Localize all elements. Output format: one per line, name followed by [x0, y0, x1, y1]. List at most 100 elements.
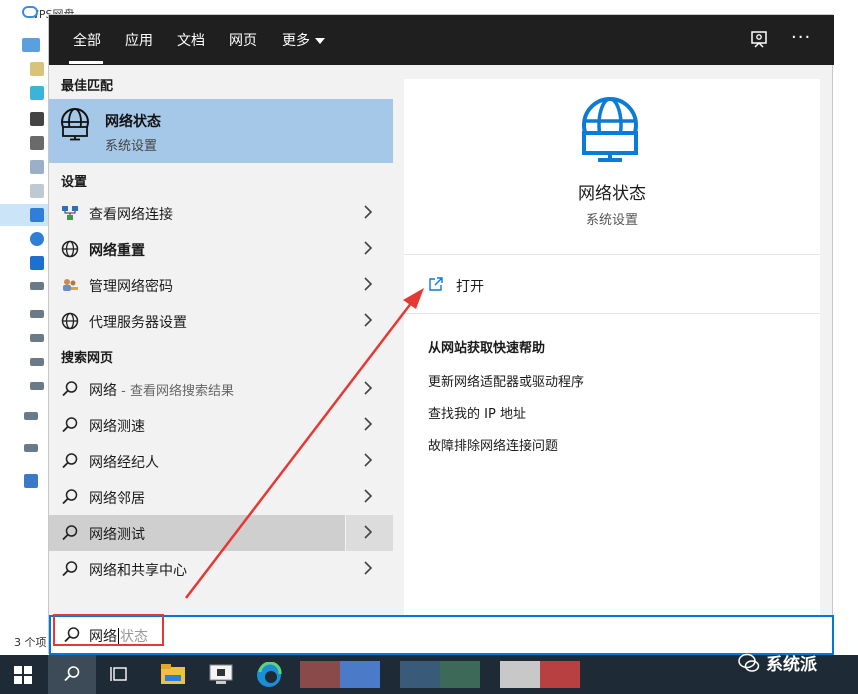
- detail-header: 网络状态 系统设置: [404, 79, 820, 255]
- globe-icon: [61, 240, 79, 258]
- settings-item-view-connections[interactable]: 查看网络连接: [49, 195, 393, 231]
- users-key-icon: [63, 279, 78, 291]
- web-header: 搜索网页: [61, 351, 114, 366]
- phone-icon[interactable]: [30, 112, 44, 126]
- globe-monitor-icon: [582, 97, 638, 162]
- search-input[interactable]: 网络 状态: [49, 615, 834, 655]
- folder-icon[interactable]: [30, 62, 44, 76]
- detail-subtitle: 系统设置: [585, 213, 638, 228]
- drive-icon[interactable]: [24, 444, 38, 452]
- search-icon: [62, 489, 78, 505]
- chevron-right-icon[interactable]: [361, 381, 375, 395]
- annotation-box: [53, 614, 164, 646]
- taskbar: [0, 655, 858, 694]
- web-item-label: 网络 - 查看网络搜索结果: [89, 380, 234, 400]
- settings-item-manage-passwords[interactable]: 管理网络密码: [49, 267, 393, 303]
- best-match-result[interactable]: 网络状态 系统设置: [49, 99, 393, 163]
- web-item-highlighted[interactable]: 网络测试: [49, 515, 393, 551]
- settings-item-label: 网络重置: [89, 243, 145, 259]
- taskbar-search-button[interactable]: [48, 655, 96, 694]
- more-options-button[interactable]: ···: [791, 27, 811, 48]
- network-icon[interactable]: [24, 474, 38, 488]
- taskbar-app-blurred[interactable]: [500, 661, 540, 688]
- drive-icon[interactable]: [30, 310, 44, 318]
- results-list: 最佳匹配 网络状态 系统设置 设置 查看网络连接 网络重置 管理网络密码 代理服…: [49, 65, 393, 615]
- music-icon[interactable]: [30, 232, 44, 246]
- edge-browser-icon[interactable]: [256, 662, 282, 688]
- network-connections-icon: [62, 206, 78, 220]
- taskbar-app-blurred[interactable]: [300, 661, 340, 688]
- settings-item-label: 代理服务器设置: [89, 315, 187, 331]
- wechat-icon: [738, 653, 760, 672]
- web-item-label: 网络测试: [89, 527, 145, 543]
- active-tab-indicator: [69, 61, 103, 64]
- chevron-right-icon[interactable]: [361, 417, 375, 431]
- chevron-right-icon[interactable]: [361, 205, 375, 219]
- settings-item-proxy[interactable]: 代理服务器设置: [49, 303, 393, 339]
- chevron-right-icon[interactable]: [361, 489, 375, 503]
- web-item[interactable]: 网络邻居: [49, 479, 393, 515]
- open-label: 打开: [456, 279, 484, 295]
- web-item[interactable]: 网络和共享中心: [49, 551, 393, 587]
- chevron-right-icon[interactable]: [361, 313, 375, 327]
- film-icon[interactable]: [30, 136, 44, 150]
- web-item-query: 网络: [89, 383, 117, 399]
- detail-pane: 网络状态 系统设置 打开 从网站获取快速帮助 更新网络适配器或驱动程序 查找我的…: [404, 79, 820, 615]
- drive-icon[interactable]: [24, 412, 38, 420]
- chevron-right-icon[interactable]: [361, 453, 375, 467]
- settings-item-network-reset[interactable]: 网络重置: [49, 231, 393, 267]
- chevron-right-icon[interactable]: [361, 525, 375, 539]
- tab-all[interactable]: 全部: [73, 31, 101, 51]
- tab-web[interactable]: 网页: [229, 31, 257, 51]
- document-icon[interactable]: [30, 184, 44, 198]
- taskbar-app-blurred[interactable]: [440, 661, 480, 688]
- open-external-icon: [429, 277, 443, 291]
- task-view-icon[interactable]: [110, 665, 130, 683]
- watermark-text: 系统派: [766, 655, 817, 675]
- web-item[interactable]: 网络测速: [49, 407, 393, 443]
- help-link-find-ip[interactable]: 查找我的 IP 地址: [428, 403, 526, 422]
- search-icon: [62, 381, 78, 397]
- chevron-right-icon[interactable]: [361, 561, 375, 575]
- drive-icon[interactable]: [30, 382, 44, 390]
- drive-icon[interactable]: [30, 358, 44, 366]
- taskbar-app-blurred[interactable]: [340, 661, 380, 688]
- taskbar-app-blurred[interactable]: [400, 661, 440, 688]
- open-action[interactable]: 打开: [404, 256, 820, 314]
- help-link-troubleshoot[interactable]: 故障排除网络连接问题: [428, 435, 558, 454]
- tab-more-label: 更多: [282, 33, 310, 49]
- tab-more[interactable]: 更多: [282, 31, 325, 51]
- help-link-update-driver[interactable]: 更新网络适配器或驱动程序: [428, 371, 584, 390]
- drive-icon[interactable]: [30, 282, 44, 290]
- globe-monitor-icon: [61, 108, 89, 141]
- tab-documents[interactable]: 文档: [177, 31, 205, 51]
- cloud-icon: [22, 6, 38, 18]
- feedback-icon[interactable]: [749, 29, 771, 51]
- web-item-label: 网络邻居: [89, 491, 145, 507]
- search-icon: [64, 666, 80, 682]
- cube-icon[interactable]: [30, 86, 44, 100]
- drive-icon[interactable]: [30, 334, 44, 342]
- download-icon[interactable]: [30, 208, 44, 222]
- search-icon: [62, 417, 78, 433]
- chevron-right-icon[interactable]: [361, 241, 375, 255]
- web-item[interactable]: 网络 - 查看网络搜索结果: [49, 371, 393, 407]
- tab-apps[interactable]: 应用: [125, 31, 153, 51]
- globe-icon: [61, 312, 79, 330]
- computer-icon[interactable]: [22, 38, 40, 52]
- taskbar-app-blurred[interactable]: [540, 661, 580, 688]
- web-item[interactable]: 网络经纪人: [49, 443, 393, 479]
- web-item-label: 网络测速: [89, 419, 145, 435]
- picture-icon[interactable]: [30, 160, 44, 174]
- windows-start-icon[interactable]: [14, 666, 32, 684]
- explorer-item-count: 3 个项: [14, 636, 47, 649]
- search-icon: [62, 525, 78, 541]
- best-match-title: 网络状态: [105, 114, 161, 130]
- settings-item-label: 管理网络密码: [89, 279, 173, 295]
- app-icon[interactable]: [208, 663, 234, 685]
- web-item-label: 网络和共享中心: [89, 563, 187, 579]
- chevron-right-icon[interactable]: [361, 277, 375, 291]
- desktop-icon[interactable]: [30, 256, 44, 270]
- file-explorer-icon[interactable]: [160, 663, 186, 685]
- search-icon: [62, 453, 78, 469]
